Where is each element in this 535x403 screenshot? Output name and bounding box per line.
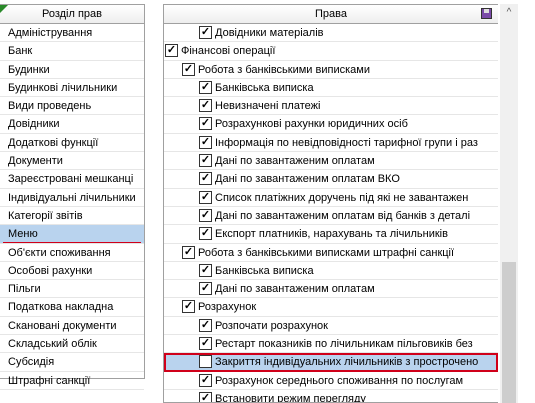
- section-list-item[interactable]: Довідники: [0, 115, 144, 134]
- section-list-item[interactable]: Складський облік: [0, 335, 144, 354]
- permission-label: Дані по завантаженим оплатам від банків …: [215, 209, 471, 222]
- permission-checkbox[interactable]: ✓: [182, 300, 195, 314]
- section-list-item[interactable]: Субсидія: [0, 353, 144, 372]
- permission-row[interactable]: ✓ Розпочати розрахунок: [164, 317, 498, 336]
- section-list-panel: Розділ прав Адміністрування Банк Будинки Бу…: [0, 4, 145, 390]
- permission-row[interactable]: ✓ Банківська виписка: [164, 79, 498, 98]
- permission-checkbox[interactable]: ✓: [199, 208, 212, 222]
- permission-label: Фінансові операції: [181, 45, 276, 58]
- section-list-rows: Адміністрування Банк Будинки Будинкові лічи…: [0, 24, 144, 390]
- permission-checkbox[interactable]: ✓: [199, 318, 212, 332]
- permission-row[interactable]: ✓ Рестарт показників по лічильникам пільг…: [164, 335, 498, 354]
- permission-row[interactable]: ✓ Фінансові операції: [164, 42, 498, 61]
- permission-checkbox[interactable]: ✓: [199, 373, 212, 387]
- permission-label: Робота з банківськими виписками: [198, 63, 370, 76]
- section-list-item[interactable]: Пільги: [0, 280, 144, 299]
- permission-row[interactable]: ✓ Встановити режим перегляду: [164, 390, 498, 403]
- chevron-up-icon[interactable]: ^: [504, 8, 514, 18]
- section-list-item[interactable]: Документи: [0, 152, 144, 171]
- permission-row[interactable]: ✓ Дані по завантаженим оплатам: [164, 280, 498, 299]
- permission-checkbox[interactable]: ✓: [199, 26, 212, 39]
- permission-checkbox[interactable]: ✓: [165, 44, 178, 58]
- permission-label: Встановити режим перегляду: [215, 392, 366, 403]
- permission-label: Рестарт показників по лічильникам пільго…: [215, 338, 473, 351]
- section-list-item[interactable]: Зареєстровані мешканці: [0, 170, 144, 189]
- permission-row[interactable]: ✓ Розрахункові рахунки юридичних осіб: [164, 115, 498, 134]
- section-list-item[interactable]: Додаткові функції: [0, 134, 144, 153]
- permission-checkbox[interactable]: ✓: [199, 172, 212, 186]
- permission-row[interactable]: ✓ Дані по завантаженим оплатам: [164, 152, 498, 171]
- permission-row[interactable]: ✓ Розрахунок середнього споживання по пос…: [164, 372, 498, 390]
- save-icon[interactable]: [481, 8, 492, 19]
- permission-checkbox[interactable]: ✓: [199, 337, 212, 351]
- vertical-scrollbar[interactable]: ^: [500, 4, 518, 403]
- permission-row[interactable]: ✓ Довідники матеріалів: [164, 24, 498, 43]
- permission-row[interactable]: ✓ Експорт платників, нарахувань та лічиль…: [164, 225, 498, 244]
- permission-row[interactable]: ✓ Невизначені платежі: [164, 97, 498, 116]
- section-list-item[interactable]: Будинкові лічильники: [0, 79, 144, 98]
- section-list-item[interactable]: Меню: [0, 225, 144, 244]
- permission-label: Розпочати розрахунок: [215, 319, 328, 332]
- section-list-item[interactable]: Скановані документи: [0, 317, 144, 336]
- permission-label: Довідники матеріалів: [215, 27, 324, 39]
- section-list-item[interactable]: Особові рахунки: [0, 262, 144, 281]
- permission-checkbox[interactable]: ✓: [199, 282, 212, 296]
- permission-label: Закриття індивідуальних лічильників з пр…: [215, 356, 479, 369]
- permission-checkbox[interactable]: ✓: [182, 245, 195, 259]
- corner-marker-icon: [0, 5, 8, 13]
- permission-checkbox[interactable]: ✓: [199, 227, 212, 241]
- section-list-item[interactable]: Податкова накладна: [0, 298, 144, 317]
- permission-label: Інформація по невідповідності тарифної г…: [215, 136, 478, 149]
- permission-label: Дані по завантаженим оплатам: [215, 155, 375, 168]
- section-list-item[interactable]: Будинки: [0, 61, 144, 79]
- permission-label: Невизначені платежі: [215, 100, 321, 113]
- permission-checkbox[interactable]: [199, 355, 212, 369]
- permissions-tree: ✓ Довідники матеріалів ✓ Фінансові операції…: [164, 24, 498, 403]
- permissions-header-label: Права: [315, 8, 347, 20]
- section-list-item[interactable]: Адміністрування: [0, 24, 144, 43]
- permission-row[interactable]: ✓ Розрахунок: [164, 298, 498, 317]
- permissions-panel: Права ✓ Довідники матеріалів ✓ Фінансові оп…: [163, 4, 498, 403]
- permission-row[interactable]: ✓ Робота з банківськими виписками: [164, 61, 498, 79]
- permission-row[interactable]: ✓ Банківська виписка: [164, 262, 498, 281]
- permission-label: Експорт платників, нарахувань та лічильн…: [215, 228, 448, 241]
- scrollbar-thumb[interactable]: [502, 262, 516, 403]
- permission-checkbox[interactable]: ✓: [199, 117, 212, 131]
- permission-row[interactable]: ✓ Дані по завантаженим оплатам від банків…: [164, 207, 498, 226]
- permission-label: Дані по завантаженим оплатам ВКО: [215, 173, 400, 186]
- permissions-header[interactable]: Права: [164, 5, 498, 24]
- permission-row[interactable]: ✓ Інформація по невідповідності тарифної …: [164, 134, 498, 153]
- permission-label: Розрахункові рахунки юридичних осіб: [215, 118, 408, 131]
- permission-checkbox[interactable]: ✓: [199, 99, 212, 113]
- permission-row[interactable]: ✓ Список платіжних доручень під які не за…: [164, 189, 498, 207]
- permission-row[interactable]: Закриття індивідуальних лічильників з пр…: [164, 353, 498, 372]
- section-list-item[interactable]: Індивідуальні лічильники: [0, 189, 144, 207]
- section-list-item[interactable]: Штрафні санкції: [0, 372, 144, 390]
- permission-row[interactable]: ✓ Робота з банківськими виписками штрафні…: [164, 244, 498, 262]
- section-list-item[interactable]: Банк: [0, 42, 144, 61]
- section-list-header-label: Розділ прав: [41, 8, 103, 20]
- permission-label: Розрахунок середнього споживання по посл…: [215, 374, 464, 387]
- permission-checkbox[interactable]: ✓: [199, 80, 212, 94]
- section-list-item[interactable]: Категорії звітів: [0, 207, 144, 226]
- permission-label: Список платіжних доручень під які не зав…: [215, 191, 469, 204]
- permission-label: Дані по завантаженим оплатам: [215, 283, 375, 296]
- permission-row[interactable]: ✓ Дані по завантаженим оплатам ВКО: [164, 170, 498, 189]
- permission-checkbox[interactable]: ✓: [199, 263, 212, 277]
- permission-label: Банківська виписка: [215, 264, 314, 277]
- permission-label: Банківська виписка: [215, 81, 314, 94]
- permission-label: Робота з банківськими виписками штрафні …: [198, 246, 455, 259]
- permission-checkbox[interactable]: ✓: [199, 190, 212, 204]
- permission-checkbox[interactable]: ✓: [199, 135, 212, 149]
- permission-checkbox[interactable]: ✓: [199, 154, 212, 168]
- section-list-item[interactable]: Види проведень: [0, 97, 144, 116]
- permission-checkbox[interactable]: ✓: [182, 62, 195, 76]
- permission-label: Розрахунок: [198, 301, 257, 314]
- section-list-header[interactable]: Розділ прав: [0, 5, 144, 24]
- section-list-item[interactable]: Об'єкти споживання: [0, 244, 144, 262]
- permission-checkbox[interactable]: ✓: [199, 391, 212, 402]
